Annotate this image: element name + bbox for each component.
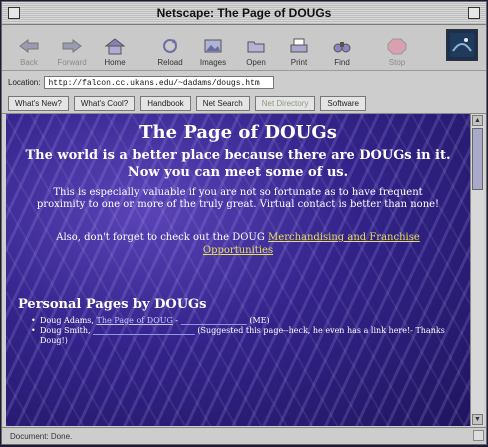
netscape-logo-icon[interactable] — [446, 29, 478, 61]
home-icon — [104, 37, 126, 55]
images-label: Images — [199, 58, 227, 67]
reload-icon — [159, 37, 181, 55]
personal-pages-heading: Personal Pages by DOUGs — [18, 297, 207, 312]
back-button[interactable]: Back — [10, 29, 48, 67]
printer-icon — [288, 37, 310, 55]
images-button[interactable]: Images — [194, 29, 232, 67]
personal-pages-list: Doug Adams, The Page of DOUG - (ME) Doug… — [40, 316, 470, 346]
merch-paragraph: Also, don't forget to check out the DOUG… — [30, 231, 446, 257]
title-bar[interactable]: Netscape: The Page of DOUGs — [2, 2, 486, 25]
open-folder-icon — [245, 37, 267, 55]
item1-link[interactable]: The Page of DOUG — [97, 316, 173, 325]
scroll-up-arrow-icon[interactable]: ▲ — [472, 115, 483, 126]
handbook-button[interactable]: Handbook — [140, 95, 191, 111]
net-search-button[interactable]: Net Search — [195, 95, 250, 111]
list-item: Doug Adams, The Page of DOUG - (ME) — [40, 316, 470, 326]
close-box[interactable] — [8, 7, 20, 19]
status-text: Document: Done. — [10, 431, 73, 441]
whats-cool-button[interactable]: What's Cool? — [73, 95, 136, 111]
back-arrow-icon — [18, 37, 40, 55]
item1-email-link[interactable] — [181, 316, 247, 325]
directory-buttons-bar: What's New? What's Cool? Handbook Net Se… — [2, 93, 486, 114]
scroll-down-arrow-icon[interactable]: ▼ — [472, 414, 483, 425]
item2-link[interactable] — [93, 326, 195, 335]
open-button[interactable]: Open — [237, 29, 275, 67]
stop-icon — [386, 37, 408, 55]
stop-button[interactable]: Stop — [378, 29, 416, 67]
vertical-scrollbar[interactable]: ▲ ▼ — [470, 114, 484, 426]
intro-paragraph: This is especially valuable if you are n… — [36, 187, 440, 210]
back-label: Back — [20, 58, 38, 67]
item1-name: Doug Adams, — [40, 316, 94, 325]
print-label: Print — [290, 58, 308, 67]
reload-label: Reload — [157, 58, 183, 67]
open-label: Open — [246, 58, 266, 67]
binoculars-icon — [331, 37, 353, 55]
location-bar: Location: http://falcon.cc.ukans.edu/~da… — [2, 71, 486, 93]
forward-arrow-icon — [61, 37, 83, 55]
home-label: Home — [104, 58, 126, 67]
forward-button[interactable]: Forward — [53, 29, 91, 67]
location-input[interactable]: http://falcon.cc.ukans.edu/~dadams/dougs… — [44, 75, 275, 89]
page-title: The Page of DOUGs — [139, 122, 337, 143]
merch-prefix: Also, don't forget to check out the DOUG — [56, 232, 265, 243]
intro-heading: The world is a better place because ther… — [25, 148, 451, 180]
browser-window: Netscape: The Page of DOUGs Back Forward… — [1, 1, 487, 445]
resize-grip-icon[interactable] — [473, 430, 484, 441]
item2-name: Doug Smith, — [40, 326, 91, 335]
software-button[interactable]: Software — [320, 95, 366, 111]
list-item: Doug Smith, (Suggested this page--heck, … — [40, 326, 470, 346]
stop-label: Stop — [388, 58, 406, 67]
status-bar: Document: Done. — [2, 427, 486, 444]
find-label: Find — [334, 58, 350, 67]
print-button[interactable]: Print — [280, 29, 318, 67]
window-title: Netscape: The Page of DOUGs — [156, 6, 332, 20]
find-button[interactable]: Find — [323, 29, 361, 67]
item1-suffix: (ME) — [249, 316, 270, 325]
page-content: The Page of DOUGs The world is a better … — [6, 114, 470, 426]
location-label: Location: — [8, 77, 41, 87]
home-button[interactable]: Home — [96, 29, 134, 67]
images-icon — [202, 37, 224, 55]
toolbar: Back Forward Home Reload Images Open Pri… — [2, 25, 486, 71]
net-directory-button[interactable]: Net Directory — [254, 95, 316, 111]
whats-new-button[interactable]: What's New? — [8, 95, 69, 111]
reload-button[interactable]: Reload — [151, 29, 189, 67]
zoom-box[interactable] — [468, 7, 480, 19]
scroll-thumb[interactable] — [472, 128, 483, 190]
forward-label: Forward — [57, 58, 87, 67]
